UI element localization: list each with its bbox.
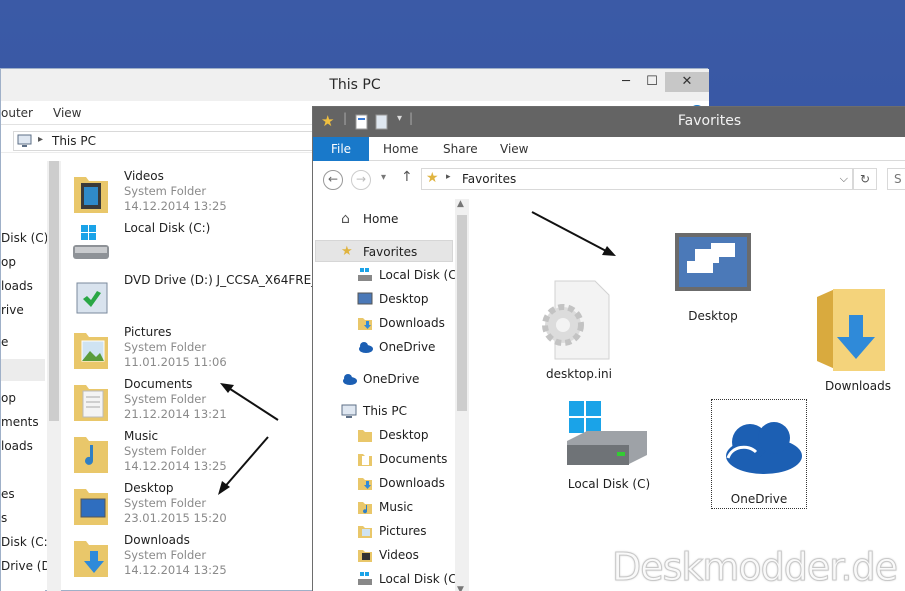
nav-item[interactable]: Disk (C:) xyxy=(1,535,52,549)
address-bar: ← → ▾ ↑ ★ ▸ Favorites ⌵ ↻ S xyxy=(313,165,905,195)
home-icon: ⌂ xyxy=(341,211,350,227)
nav-item-home[interactable]: ⌂ Home xyxy=(341,208,451,230)
recent-dropdown-icon[interactable]: ▾ xyxy=(381,172,386,183)
pictures-folder-icon xyxy=(74,333,108,369)
window-title: This PC xyxy=(329,77,381,93)
downloads-folder-icon xyxy=(817,289,885,371)
favorites-star-icon: ★ xyxy=(341,244,353,259)
nav-pane: ⌂ Home ★ Favorites Local Disk (C) Deskto… xyxy=(313,197,465,591)
documents-folder-icon xyxy=(74,385,108,421)
settings-file-icon xyxy=(542,280,610,360)
up-icon[interactable]: ↑ xyxy=(401,169,413,185)
scroll-up-icon[interactable]: ▲ xyxy=(457,199,464,209)
videos-folder-icon xyxy=(358,550,372,562)
music-folder-icon xyxy=(358,502,372,514)
favorites-window: ★ | ▾ | Favorites File Home Share View ←… xyxy=(312,106,905,591)
scrollbar[interactable]: ▲ ▼ xyxy=(455,199,469,591)
drive-icon xyxy=(358,268,372,281)
back-icon[interactable]: ← xyxy=(323,170,343,190)
nav-item[interactable]: loads xyxy=(1,279,33,293)
nav-item[interactable]: e xyxy=(1,335,8,349)
search-input[interactable]: S xyxy=(887,168,905,190)
nav-item-favorites[interactable]: ★ Favorites xyxy=(315,240,453,262)
nav-item[interactable]: rive xyxy=(1,303,24,317)
onedrive-icon xyxy=(359,342,373,353)
address-input[interactable]: ▸ This PC xyxy=(13,131,313,151)
downloads-folder-icon xyxy=(74,541,108,577)
desktop-folder-icon xyxy=(74,489,108,525)
scrollbar[interactable] xyxy=(47,161,61,591)
drive-icon xyxy=(567,401,647,465)
computer-icon xyxy=(17,134,32,147)
file-item-local-disk[interactable]: Local Disk (C) xyxy=(563,397,655,497)
onedrive-icon xyxy=(343,374,357,385)
onedrive-cloud-icon xyxy=(726,422,802,474)
music-folder-icon xyxy=(74,437,108,473)
desktop-folder-icon xyxy=(358,430,372,442)
tab-home[interactable]: Home xyxy=(383,142,418,156)
nav-item[interactable]: op xyxy=(1,255,16,269)
list-item-videos[interactable]: Videos System Folder 14.12.2014 13:25 xyxy=(71,169,311,219)
tab-computer[interactable]: outer xyxy=(1,106,33,120)
watermark-logo: Deskmodder.de xyxy=(611,545,898,590)
nav-item[interactable]: loads xyxy=(1,439,33,453)
downloads-folder-icon xyxy=(358,478,372,490)
ribbon-tabs: File Home Share View xyxy=(313,137,905,161)
refresh-icon[interactable]: ↻ xyxy=(853,168,877,190)
pictures-folder-icon xyxy=(358,526,372,538)
tab-view[interactable]: View xyxy=(53,106,81,120)
annotation-arrows xyxy=(218,383,279,495)
address-dropdown-icon[interactable]: ⌵ xyxy=(840,172,848,186)
window-title: Favorites xyxy=(677,113,742,129)
file-item-desktop-ini[interactable]: desktop.ini xyxy=(537,277,621,385)
list-item-dvd-drive[interactable]: DVD Drive (D:) J_CCSA_X64FRE_EN-U xyxy=(71,273,347,323)
drive-icon xyxy=(358,572,372,585)
scrollbar-thumb[interactable] xyxy=(457,215,467,411)
nav-item[interactable]: Disk (C) xyxy=(1,231,48,245)
videos-folder-icon xyxy=(74,177,108,213)
desktop-shortcut-icon xyxy=(675,233,751,291)
list-item-local-disk[interactable]: Local Disk (C:) xyxy=(71,221,311,271)
drive-icon xyxy=(73,225,109,259)
address-input[interactable]: ★ ▸ Favorites ⌵ xyxy=(421,168,853,190)
nav-item[interactable]: op xyxy=(1,391,16,405)
scrollbar-thumb[interactable] xyxy=(49,161,59,421)
file-item-desktop[interactable]: Desktop xyxy=(668,227,758,327)
list-item-downloads[interactable]: Downloads System Folder 14.12.2014 13:25 xyxy=(71,533,311,583)
computer-icon xyxy=(341,404,357,418)
desktop-icon xyxy=(357,292,373,305)
tab-share[interactable]: Share xyxy=(443,142,478,156)
file-item-onedrive[interactable]: OneDrive xyxy=(711,399,807,509)
tab-file[interactable]: File xyxy=(313,137,369,161)
nav-item[interactable]: es xyxy=(1,487,15,501)
breadcrumb-chevron-icon: ▸ xyxy=(38,134,44,145)
tab-view[interactable]: View xyxy=(500,142,528,156)
file-item-downloads[interactable]: Downloads xyxy=(813,285,903,397)
dvd-drive-icon xyxy=(76,282,108,314)
documents-folder-icon xyxy=(358,454,372,466)
close-icon[interactable]: ✕ xyxy=(665,72,709,92)
downloads-folder-icon xyxy=(358,318,372,330)
nav-item[interactable]: ments xyxy=(1,415,39,429)
nav-pane: Disk (C) op loads rive e op ments loads … xyxy=(1,161,59,591)
annotation-arrow xyxy=(531,211,616,256)
forward-icon[interactable]: → xyxy=(351,170,371,190)
breadcrumb-chevron-icon: ▸ xyxy=(446,172,451,182)
list-item-pictures[interactable]: Pictures System Folder 11.01.2015 11:06 xyxy=(71,325,311,375)
nav-item[interactable]: s xyxy=(1,511,7,525)
nav-item-selected[interactable] xyxy=(1,359,45,381)
scroll-down-icon[interactable]: ▼ xyxy=(457,585,464,591)
favorites-title-bar[interactable]: ★ | ▾ | Favorites xyxy=(313,107,905,137)
address-text: Favorites xyxy=(462,172,517,186)
favorites-star-icon: ★ xyxy=(426,170,439,186)
address-text: This PC xyxy=(52,134,96,148)
this-pc-title-bar[interactable]: This PC ─ ☐ ✕ xyxy=(1,69,709,101)
maximize-icon[interactable]: ☐ xyxy=(637,72,667,92)
